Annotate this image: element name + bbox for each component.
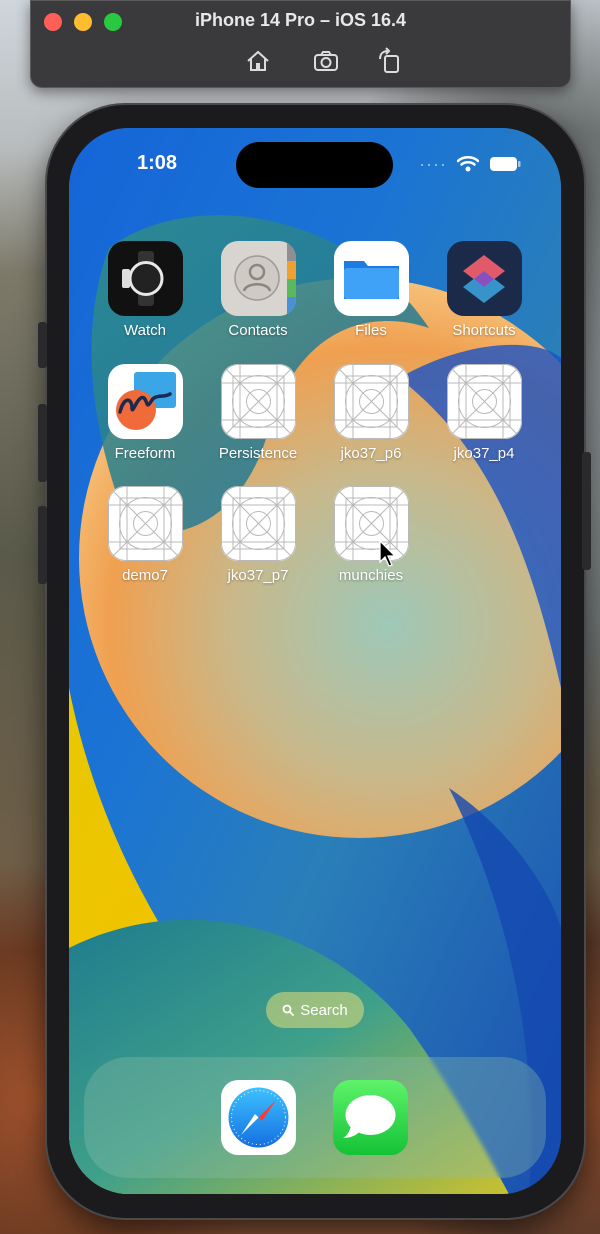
battery-icon bbox=[490, 156, 521, 171]
action-button bbox=[38, 322, 47, 368]
app-label: Persistence bbox=[218, 445, 298, 462]
app-demo7[interactable]: demo7 bbox=[90, 486, 200, 584]
mouse-cursor-icon bbox=[379, 540, 397, 567]
app-shortcuts[interactable]: Shortcuts bbox=[429, 241, 539, 339]
contacts-icon bbox=[220, 241, 296, 316]
simulator-toolbar: iPhone 14 Pro – iOS 16.4 bbox=[30, 0, 571, 88]
watch-icon bbox=[107, 241, 183, 316]
wifi-icon bbox=[457, 156, 479, 172]
volume-up-button bbox=[38, 404, 47, 482]
dock bbox=[84, 1057, 546, 1178]
app-label: Shortcuts bbox=[452, 322, 516, 339]
placeholder-app-icon bbox=[107, 486, 183, 561]
search-icon bbox=[282, 1004, 295, 1016]
simulator-title: iPhone 14 Pro – iOS 16.4 bbox=[194, 10, 407, 30]
rotate-icon[interactable] bbox=[375, 47, 403, 75]
volume-down-button bbox=[38, 506, 47, 584]
freeform-icon bbox=[107, 364, 183, 439]
spotlight-search-button[interactable]: Search bbox=[266, 992, 364, 1028]
messages-icon[interactable] bbox=[333, 1080, 408, 1155]
app-watch[interactable]: Watch bbox=[90, 241, 200, 339]
placeholder-app-icon bbox=[220, 364, 296, 439]
app-label: jko37_p6 bbox=[340, 445, 402, 462]
side-button bbox=[582, 452, 591, 570]
files-icon bbox=[333, 241, 409, 316]
placeholder-app-icon bbox=[446, 364, 522, 439]
dynamic-island bbox=[236, 142, 393, 188]
app-label: munchies bbox=[338, 567, 404, 584]
search-label: Search bbox=[300, 1001, 348, 1019]
placeholder-app-icon bbox=[220, 486, 296, 561]
app-freeform[interactable]: Freeform bbox=[90, 364, 200, 462]
app-jko37-p6[interactable]: jko37_p6 bbox=[316, 364, 426, 462]
home-screen: 1:08 ···· Watch Contacts Files Shortcuts… bbox=[69, 128, 561, 1194]
app-files[interactable]: Files bbox=[316, 241, 426, 339]
placeholder-app-icon bbox=[333, 364, 409, 439]
shortcuts-icon bbox=[446, 241, 522, 316]
app-label: Contacts bbox=[228, 322, 288, 339]
app-label: demo7 bbox=[122, 567, 168, 584]
cellular-dots-icon: ···· bbox=[419, 153, 447, 174]
app-label: jko37_p4 bbox=[453, 445, 515, 462]
screenshot-icon[interactable] bbox=[312, 47, 340, 75]
safari-icon[interactable] bbox=[221, 1080, 296, 1155]
app-jko37-p4[interactable]: jko37_p4 bbox=[429, 364, 539, 462]
app-label: Freeform bbox=[114, 445, 176, 462]
app-munchies[interactable]: munchies bbox=[316, 486, 426, 584]
home-icon[interactable] bbox=[244, 47, 272, 75]
app-jko37-p7[interactable]: jko37_p7 bbox=[203, 486, 313, 584]
app-persistence[interactable]: Persistence bbox=[203, 364, 313, 462]
app-label: Watch bbox=[124, 322, 166, 339]
status-time: 1:08 bbox=[137, 152, 178, 174]
status-icons: ···· bbox=[419, 153, 521, 174]
app-label: jko37_p7 bbox=[227, 567, 289, 584]
app-label: Files bbox=[355, 322, 387, 339]
app-contacts[interactable]: Contacts bbox=[203, 241, 313, 339]
